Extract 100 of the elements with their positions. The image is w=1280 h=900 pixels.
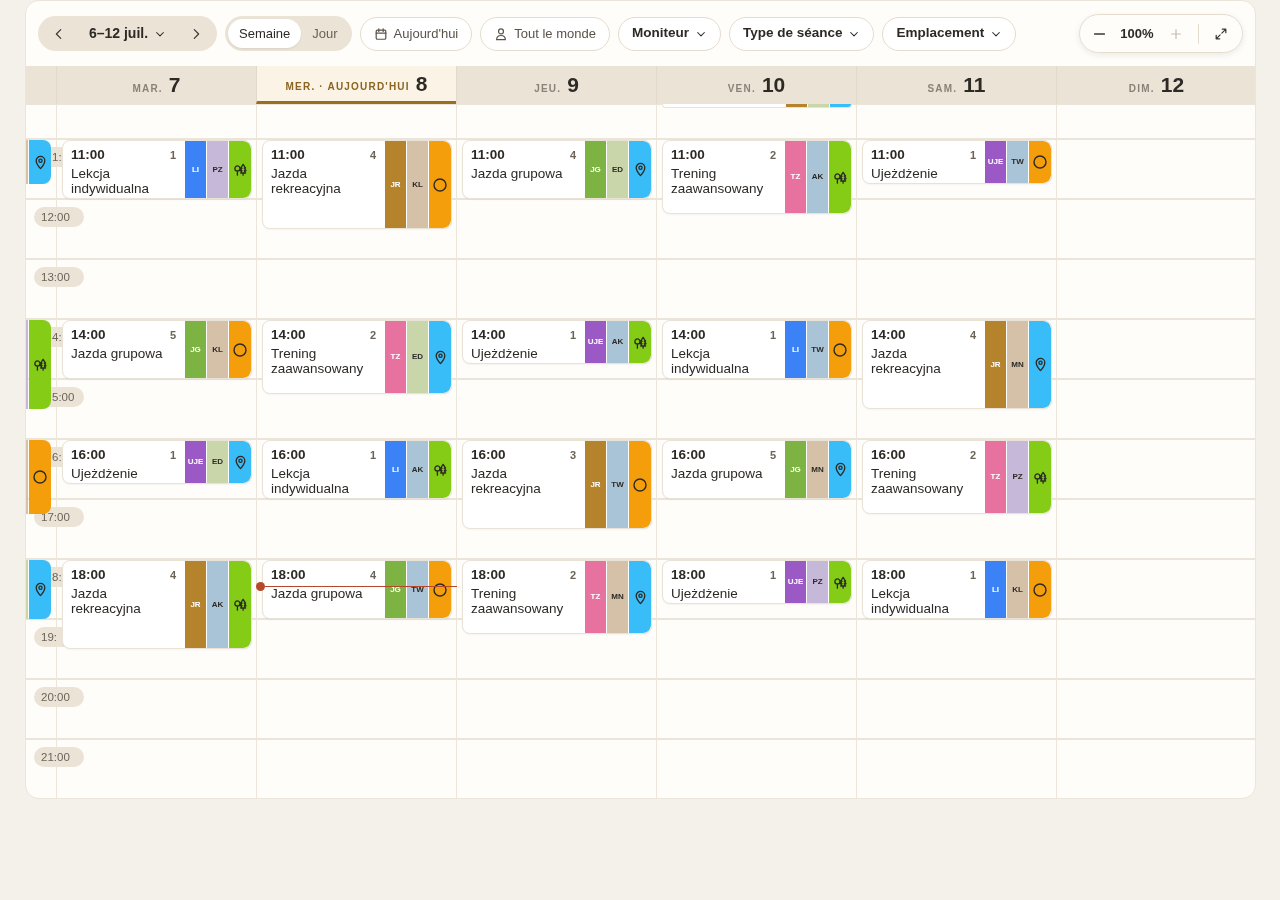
instructor-tag: PZ xyxy=(1007,441,1028,513)
participant-count: 4 xyxy=(569,148,576,163)
circle-icon xyxy=(32,469,48,485)
event-title: Trening zaawansowany xyxy=(871,466,965,497)
session-type-tag: UJE xyxy=(985,141,1006,183)
event-card[interactable]: 11:00 1 Ujeżdżenie UJE TW xyxy=(862,140,1052,184)
instructor-tag: PZ xyxy=(207,141,228,198)
circle-icon xyxy=(1032,154,1048,170)
weekday-label: VEN. xyxy=(727,81,756,96)
event-card[interactable]: 18:00 2 Trening zaawansowany TZ MN xyxy=(462,560,652,634)
instructor-tag: ED xyxy=(607,141,628,198)
event-card[interactable]: 14:00 5 Jazda grupowa JG KL xyxy=(62,320,252,379)
session-type-tag: UJE xyxy=(785,561,806,603)
event-card[interactable]: 16:00 3 Jazda rekreacyjna JR TW xyxy=(462,440,652,529)
day-header[interactable]: MER. · AUJOURD'HUI 8 xyxy=(256,66,456,104)
event-title: Jazda rekreacyjna xyxy=(271,166,342,197)
plus-icon xyxy=(1168,26,1183,41)
day-number: 8 xyxy=(415,70,428,97)
person-icon xyxy=(494,26,509,41)
session-type-tag: TZ xyxy=(785,141,806,213)
participant-count: 1 xyxy=(969,148,976,163)
weekday-label: MER. · AUJOURD'HUI xyxy=(285,80,410,94)
event-card[interactable]: 11:00 2 Trening zaawansowany TZ AK xyxy=(662,140,852,214)
event-time: 11:00 xyxy=(271,146,305,164)
trees-icon xyxy=(832,169,848,185)
event-time: 18:00 xyxy=(271,566,306,584)
event-title: Jazda grupowa xyxy=(671,466,764,482)
day-number: 12 xyxy=(1160,72,1185,99)
participant-count: 4 xyxy=(169,568,176,583)
event-time: 16:00 xyxy=(671,446,706,464)
event-title: Jazda rekreacyjna xyxy=(871,346,942,377)
instructor-tag: AK xyxy=(407,441,428,498)
participant-count: 4 xyxy=(369,148,376,163)
session-type-tag: LI xyxy=(385,441,406,498)
event-card[interactable]: 14:00 1 Ujeżdżenie UJE AK xyxy=(462,320,652,364)
minus-icon xyxy=(1094,32,1105,35)
day-header[interactable]: SAM. 11 xyxy=(856,66,1056,104)
event-card[interactable]: 18:00 4 Jazda grupowa JG TW xyxy=(262,560,452,619)
participant-count: 3 xyxy=(569,448,576,463)
view-tab[interactable]: Semaine xyxy=(228,19,302,48)
event-card[interactable]: 16:00 1 Lekcja indywidualna LI AK xyxy=(262,440,452,499)
filter-dropdown[interactable]: Emplacement xyxy=(882,16,1017,51)
participant-count: 2 xyxy=(769,148,776,163)
event-card[interactable]: 11:00 4 Jazda rekreacyjna JR KL xyxy=(262,140,452,229)
session-type-tag: TZ xyxy=(985,441,1006,513)
event-card[interactable]: 14:00 2 Trening zaawansowany TZ ED xyxy=(262,320,452,394)
calendar-icon xyxy=(373,26,388,41)
event-time: 16:00 xyxy=(871,446,906,464)
event-time: 18:00 xyxy=(671,566,706,584)
event-title: Lekcja indywidualna xyxy=(871,586,951,617)
participant-count: 2 xyxy=(569,568,576,583)
circle-icon xyxy=(432,176,448,193)
hour-label: 13:00 xyxy=(34,267,84,287)
participant-count: 1 xyxy=(369,448,376,463)
circle-icon xyxy=(632,476,648,493)
trees-icon xyxy=(232,597,248,612)
session-type-tag: JR xyxy=(985,321,1006,408)
weekday-label: MAR. xyxy=(132,81,163,96)
participant-count: 1 xyxy=(169,448,176,463)
event-card[interactable]: 16:00 5 Jazda grupowa JG MN xyxy=(662,440,852,499)
session-type-tag: TZ xyxy=(385,321,406,393)
instructor-tag: AK xyxy=(207,561,228,648)
session-type-tag: JG xyxy=(785,441,806,498)
instructor-tag: MN xyxy=(607,561,628,633)
trees-icon xyxy=(1032,469,1048,485)
session-type-tag: JG xyxy=(385,561,406,618)
instructor-tag: KL xyxy=(407,141,428,228)
event-title: Ujeżdżenie xyxy=(671,586,739,602)
date-range-dropdown[interactable]: 6–12 juil. xyxy=(82,22,173,45)
event-card[interactable]: 11:00 4 Jazda grupowa JG ED xyxy=(462,140,652,199)
weekday-label: SAM. xyxy=(927,81,958,96)
event-card[interactable]: 11:00 1 Lekcja indywidualna LI PZ xyxy=(62,140,252,199)
day-header[interactable]: DIM. 12 xyxy=(1056,66,1255,104)
instructor-tag: ED xyxy=(407,321,428,393)
session-type-tag: JG xyxy=(585,141,606,198)
event-card[interactable]: 18:00 1 Lekcja indywidualna LI KL xyxy=(862,560,1052,619)
session-type-tag: LI xyxy=(185,141,206,198)
event-title: Trening zaawansowany xyxy=(271,346,365,377)
event-time: 14:00 xyxy=(471,326,506,344)
event-card[interactable]: 14:00 1 Lekcja indywidualna LI TW xyxy=(662,320,852,379)
day-header[interactable]: JEU. 9 xyxy=(456,66,656,104)
event-time: 14:00 xyxy=(671,326,706,344)
filter-dropdown[interactable]: Type de séance xyxy=(728,16,875,51)
circle-icon xyxy=(432,581,448,598)
trees-icon xyxy=(32,357,48,372)
session-type-tag: JR xyxy=(385,141,406,228)
event-card[interactable]: 18:00 4 Jazda rekreacyjna JR AK xyxy=(62,560,252,649)
event-card[interactable]: 18:00 1 Ujeżdżenie UJE PZ xyxy=(662,560,852,604)
view-tab[interactable]: Jour xyxy=(301,19,349,48)
event-time: 11:00 xyxy=(471,146,505,164)
event-time: 11:00 xyxy=(671,146,705,164)
instructor-tag: KL xyxy=(1007,561,1028,618)
people-filter-button[interactable]: Tout le monde xyxy=(480,16,610,51)
event-card[interactable]: 14:00 4 Jazda rekreacyjna JR MN xyxy=(862,320,1052,409)
event-title: Jazda grupowa xyxy=(271,586,364,602)
event-card[interactable]: 16:00 1 Ujeżdżenie UJE ED xyxy=(62,440,252,484)
today-button[interactable]: Aujourd'hui xyxy=(359,16,473,51)
trees-icon xyxy=(232,162,248,177)
event-card[interactable]: 16:00 2 Trening zaawansowany TZ PZ xyxy=(862,440,1052,514)
filter-dropdown[interactable]: Moniteur xyxy=(617,16,721,51)
